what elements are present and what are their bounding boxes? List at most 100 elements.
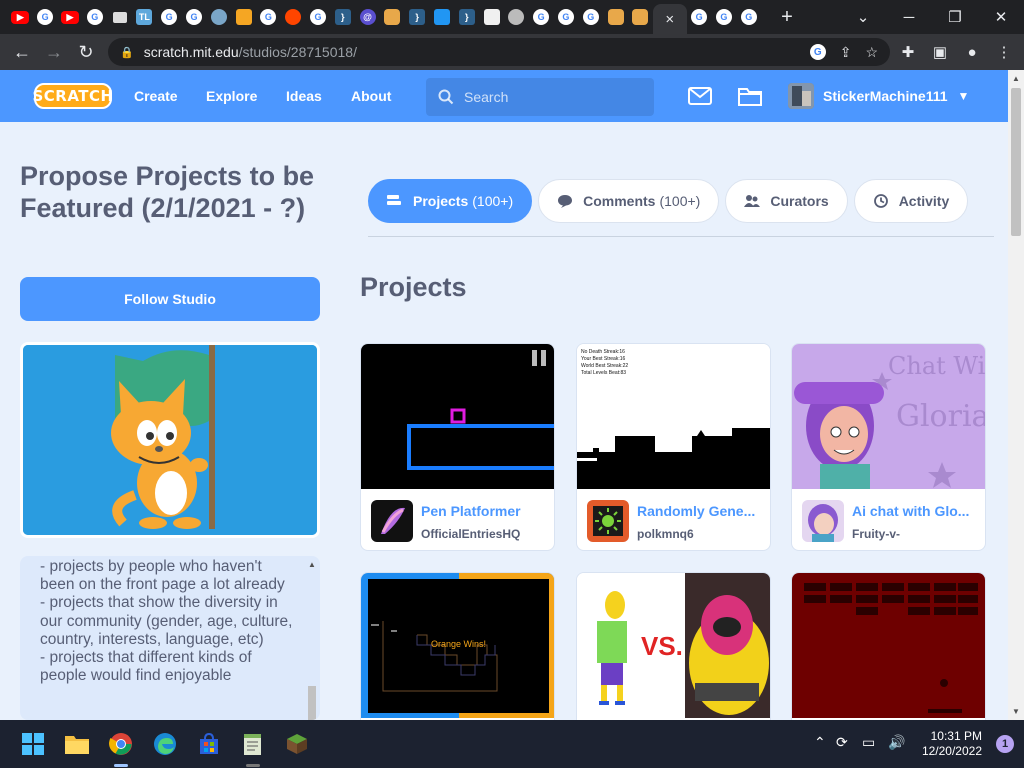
project-thumbnail[interactable]: [792, 573, 985, 718]
scratch-logo[interactable]: SCRATCH: [32, 83, 113, 109]
tab-wifi[interactable]: [206, 0, 231, 34]
project-thumbnail[interactable]: No Death Streak:16 Your Best Streak:16 W…: [577, 344, 770, 489]
google-lens-icon[interactable]: G: [809, 44, 826, 60]
project-card[interactable]: VS.: [576, 572, 771, 720]
tab-active[interactable]: ×: [652, 4, 687, 34]
scroll-thumb[interactable]: [308, 686, 316, 720]
project-card[interactable]: No Death Streak:16 Your Best Streak:16 W…: [576, 343, 771, 551]
author-avatar[interactable]: [371, 500, 413, 542]
tab-google[interactable]: G: [554, 0, 579, 34]
chrome-taskbar-button[interactable]: [107, 730, 135, 758]
menu-kebab-icon[interactable]: ⋮: [990, 38, 1018, 66]
store-taskbar-button[interactable]: [195, 730, 223, 758]
tab-code[interactable]: }: [454, 0, 479, 34]
edge-taskbar-button[interactable]: [151, 730, 179, 758]
tab-google[interactable]: G: [736, 0, 761, 34]
project-author[interactable]: polkmnq6: [637, 527, 694, 541]
display-icon[interactable]: ▭: [862, 734, 875, 751]
project-title[interactable]: Ai chat with Glo...: [852, 503, 980, 519]
minecraft-taskbar-button[interactable]: [283, 730, 311, 758]
tab-google[interactable]: G: [712, 0, 737, 34]
page-scrollbar[interactable]: ▲ ▼: [1008, 70, 1024, 720]
tab-code[interactable]: }: [330, 0, 355, 34]
author-avatar[interactable]: [587, 500, 629, 542]
scroll-up-arrow-icon[interactable]: ▲: [308, 560, 316, 569]
new-tab-button[interactable]: +: [781, 6, 793, 29]
taskbar-clock[interactable]: 10:31 PM 12/20/2022: [922, 729, 982, 759]
maximize-button[interactable]: ❐: [932, 0, 978, 34]
share-icon[interactable]: ⇪: [840, 44, 852, 61]
file-explorer-button[interactable]: [63, 730, 91, 758]
notepad-plus-taskbar-button[interactable]: [239, 730, 267, 758]
address-bar[interactable]: 🔒 scratch.mit.edu/studios/28715018/ G ⇪ …: [108, 38, 890, 66]
close-tab-icon[interactable]: ×: [665, 11, 674, 28]
tab-projects[interactable]: Projects (100+): [368, 179, 533, 223]
tab-activity[interactable]: Activity: [853, 179, 969, 223]
tab-code[interactable]: }: [405, 0, 430, 34]
project-title[interactable]: Pen Platformer: [421, 503, 549, 519]
tab-google[interactable]: G: [578, 0, 603, 34]
nav-explore[interactable]: Explore: [206, 70, 257, 122]
back-button[interactable]: ←: [6, 36, 38, 68]
tab-bean[interactable]: [603, 0, 628, 34]
tab-youtube[interactable]: ▶: [58, 0, 83, 34]
tab-google[interactable]: G: [157, 0, 182, 34]
follow-studio-button[interactable]: Follow Studio: [20, 277, 320, 321]
project-card[interactable]: Chat With Gloria Ai chat with Glo... Fru…: [791, 343, 986, 551]
scroll-up-arrow-icon[interactable]: ▲: [1012, 74, 1020, 83]
tab-reddit[interactable]: [281, 0, 306, 34]
project-thumbnail[interactable]: Orange Wins!: [361, 573, 554, 718]
tab-calculator[interactable]: [231, 0, 256, 34]
project-card[interactable]: Pen Platformer OfficialEntriesHQ: [360, 343, 555, 551]
forward-button[interactable]: →: [38, 36, 70, 68]
project-author[interactable]: Fruity-v-: [852, 527, 900, 541]
window-close-button[interactable]: ✕: [978, 0, 1024, 34]
profile-icon[interactable]: ●: [958, 38, 986, 66]
project-thumbnail[interactable]: Chat With Gloria: [792, 344, 985, 489]
project-title[interactable]: Randomly Gene...: [637, 503, 765, 519]
notification-badge[interactable]: 1: [996, 735, 1014, 753]
author-avatar[interactable]: [802, 500, 844, 542]
tab-dice[interactable]: [479, 0, 504, 34]
tab-chrome[interactable]: [504, 0, 529, 34]
volume-icon[interactable]: 🔊: [888, 734, 905, 751]
project-thumbnail[interactable]: VS.: [577, 573, 770, 718]
scroll-thumb[interactable]: [1011, 88, 1021, 236]
tab-google[interactable]: G: [33, 0, 58, 34]
tab-youtube[interactable]: ▶: [8, 0, 33, 34]
project-card[interactable]: Orange Wins!: [360, 572, 555, 720]
scroll-down-arrow-icon[interactable]: ▼: [1012, 707, 1020, 716]
nav-ideas[interactable]: Ideas: [286, 70, 322, 122]
tab-comments[interactable]: Comments (100+): [538, 179, 720, 223]
tab-google[interactable]: G: [182, 0, 207, 34]
bookmark-star-icon[interactable]: ☆: [865, 44, 878, 61]
search-input[interactable]: Search: [426, 78, 654, 116]
messages-icon[interactable]: [687, 84, 713, 108]
user-menu[interactable]: StickerMachine111 ▼: [788, 82, 969, 110]
studio-description[interactable]: - projects by people who haven't been on…: [20, 556, 320, 720]
reload-button[interactable]: ↻: [70, 36, 102, 68]
tab-bean[interactable]: [628, 0, 653, 34]
side-panel-icon[interactable]: ▣: [926, 38, 954, 66]
tab-bean[interactable]: [380, 0, 405, 34]
tab-google[interactable]: G: [82, 0, 107, 34]
nav-about[interactable]: About: [351, 70, 391, 122]
show-hidden-icons-chevron-icon[interactable]: ⌃: [814, 734, 826, 751]
tab-chat[interactable]: [430, 0, 455, 34]
nav-create[interactable]: Create: [134, 70, 178, 122]
project-card[interactable]: [791, 572, 986, 720]
sync-icon[interactable]: ⟳: [836, 734, 848, 751]
tab-curators[interactable]: Curators: [725, 179, 848, 223]
tab-at[interactable]: @: [355, 0, 380, 34]
description-scrollbar[interactable]: ▲: [306, 556, 318, 720]
tab-search-icon[interactable]: ⌄: [840, 0, 886, 34]
tab-google[interactable]: G: [687, 0, 712, 34]
project-author[interactable]: OfficialEntriesHQ: [421, 527, 520, 541]
project-thumbnail[interactable]: [361, 344, 554, 489]
tab-google[interactable]: G: [256, 0, 281, 34]
start-button[interactable]: [19, 730, 47, 758]
tab-google[interactable]: G: [529, 0, 554, 34]
minimize-button[interactable]: ─: [886, 0, 932, 34]
tab-tl[interactable]: TL: [132, 0, 157, 34]
tab-google[interactable]: G: [306, 0, 331, 34]
